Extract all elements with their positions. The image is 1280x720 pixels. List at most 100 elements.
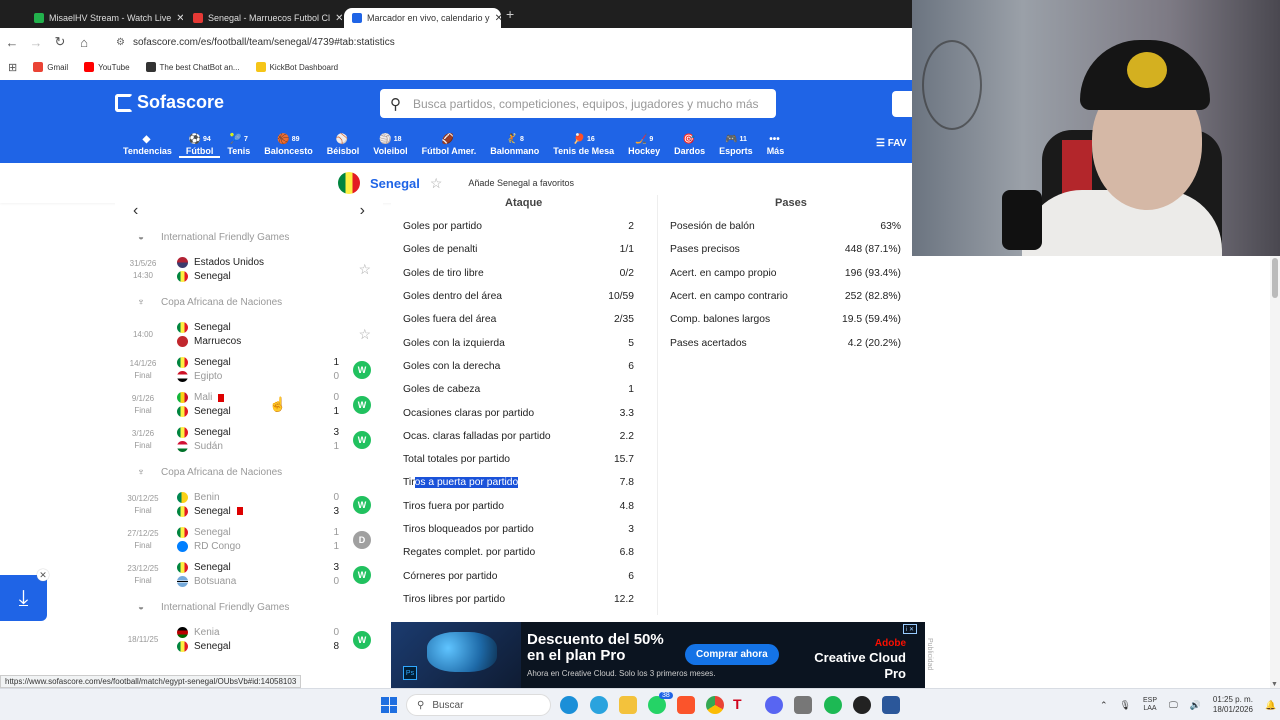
ad-buy-button[interactable]: Comprar ahora: [685, 644, 779, 665]
stat-label: Ocas. claras falladas por partido: [403, 430, 551, 442]
adobe-ad-banner[interactable]: Ps Descuento del 50% en el plan Pro Ahor…: [391, 622, 925, 688]
sport-tab-tenis-de-mesa[interactable]: 🏓 16 Tenis de Mesa: [546, 132, 621, 158]
file-explorer-icon[interactable]: [619, 696, 637, 714]
notification-icon[interactable]: 🔔: [1265, 700, 1276, 711]
sofascore-logo[interactable]: Sofascore: [115, 92, 224, 113]
reload-icon[interactable]: ↻: [48, 34, 72, 50]
match-teams: Estados Unidos Senegal: [161, 256, 358, 283]
sport-tab-fútbol-amer-[interactable]: 🏈 Fútbol Amer.: [415, 132, 484, 158]
match-row[interactable]: 9/1/26 Final Mali Senegal 0 1 W: [115, 387, 383, 422]
sport-tab-hockey[interactable]: 🏒 9 Hockey: [621, 132, 667, 158]
sport-tab-balonmano[interactable]: 🤾 8 Balonmano: [483, 132, 546, 158]
team-name[interactable]: Senegal: [370, 176, 420, 191]
close-icon[interactable]: ✕: [37, 569, 49, 581]
next-arrow-icon[interactable]: ›: [360, 202, 365, 220]
sport-tab-esports[interactable]: 🎮 11 Esports: [712, 132, 760, 158]
team-flag-icon: [177, 405, 188, 417]
tab-close-icon[interactable]: ✕: [176, 13, 183, 24]
match-favorite-star-icon[interactable]: ☆: [358, 261, 371, 278]
windows-start-icon[interactable]: [381, 697, 397, 713]
word-icon[interactable]: [882, 696, 900, 714]
clock[interactable]: 01:25 p. m. 18/01/2026: [1213, 695, 1253, 716]
competition-header[interactable]: ◒ International Friendly Games: [115, 592, 383, 622]
bookmark-chatbot[interactable]: The best ChatBot an...: [145, 62, 240, 72]
match-row[interactable]: 31/5/26 14:30 Estados Unidos Senegal ☆: [115, 252, 383, 287]
match-row[interactable]: 3/1/26 Final Senegal Sudán 3 1 W: [115, 422, 383, 457]
home-icon[interactable]: ⌂: [72, 35, 96, 50]
sport-tab-baloncesto[interactable]: 🏀 89 Baloncesto: [257, 132, 320, 158]
stat-label: Ocasiones claras por partido: [403, 407, 535, 419]
competition-header[interactable]: ◒ International Friendly Games: [115, 222, 383, 252]
login-button[interactable]: [892, 91, 912, 117]
team-flag-icon: [177, 370, 188, 382]
tray-chevron-icon[interactable]: ⌃: [1100, 700, 1108, 711]
sport-tab-más[interactable]: ••• Más: [760, 132, 792, 158]
favorite-star-icon[interactable]: ☆: [430, 175, 443, 192]
taskbar-search[interactable]: ⚲ Buscar: [406, 694, 551, 716]
match-row[interactable]: 23/12/25 Final Senegal Botsuana 3 0 W: [115, 557, 383, 592]
scrollbar-thumb[interactable]: [1272, 258, 1278, 298]
match-row[interactable]: 14:00 Senegal Marruecos ☆: [115, 317, 383, 352]
sport-tab-tendencias[interactable]: ◆ Tendencias: [116, 132, 179, 158]
sport-tab-voleibol[interactable]: 🏐 18 Voleibol: [366, 132, 414, 158]
match-row[interactable]: 30/12/25 Final Benin Senegal 0 3 W: [115, 487, 383, 522]
search-input[interactable]: ⚲ Busca partidos, competiciones, equipos…: [380, 89, 776, 118]
back-icon[interactable]: ←: [0, 35, 24, 50]
sport-tab-béisbol[interactable]: ⚾ Béisbol: [320, 132, 367, 158]
chrome-icon[interactable]: [706, 696, 724, 714]
spotify-icon[interactable]: [824, 696, 842, 714]
match-row[interactable]: 14/1/26 Final Senegal Egipto 1 0 W: [115, 352, 383, 387]
edge-icon[interactable]: [560, 696, 578, 714]
stat-row: Pases acertados 4.2 (20.2%): [658, 331, 913, 354]
match-favorite-star-icon[interactable]: ☆: [358, 326, 371, 343]
discord-icon[interactable]: [765, 696, 783, 714]
stat-value: 15.7: [613, 454, 634, 466]
bookmark-youtube[interactable]: YouTube: [84, 62, 130, 72]
prev-arrow-icon[interactable]: ‹: [133, 202, 138, 220]
stat-value: 1/1: [619, 244, 634, 256]
forward-icon[interactable]: →: [24, 35, 48, 50]
network-icon[interactable]: 🖵: [1169, 700, 1178, 711]
favorites-link[interactable]: ☰ FAV: [876, 138, 906, 149]
sport-tab-tenis[interactable]: 🎾 7 Tenis: [220, 132, 257, 158]
home-team: Senegal: [177, 426, 325, 440]
competition-header[interactable]: ♆ Copa Africana de Naciones: [115, 457, 383, 487]
browser-tab[interactable]: Senegal - Marruecos Futbol Cl ✕: [185, 8, 342, 28]
page-scrollbar[interactable]: ▲ ▼: [1270, 246, 1280, 688]
bookmark-gmail[interactable]: Gmail: [33, 62, 68, 72]
tab-close-icon[interactable]: ✕: [335, 13, 342, 24]
download-app-button[interactable]: ⤓: [0, 575, 47, 621]
match-time: 14/1/26 Final: [125, 358, 161, 380]
download-icon: ⤓: [18, 585, 29, 610]
sport-count: 9: [649, 135, 654, 143]
tab-close-icon[interactable]: ✕: [495, 13, 501, 24]
competition-header[interactable]: ♆ Copa Africana de Naciones: [115, 287, 383, 317]
stat-row: Ocasiones claras por partido 3.3: [391, 401, 646, 424]
obs-icon[interactable]: [853, 696, 871, 714]
sport-icon: 🤾: [505, 133, 519, 145]
telegram-icon[interactable]: [590, 696, 608, 714]
brave-icon[interactable]: [677, 696, 695, 714]
new-tab-button[interactable]: +: [506, 6, 514, 22]
microphone-icon[interactable]: 🎙: [1120, 700, 1131, 711]
language-indicator[interactable]: ESP LAA: [1143, 697, 1157, 714]
calculator-icon[interactable]: [794, 696, 812, 714]
apps-grid-icon[interactable]: ⊞: [8, 61, 17, 74]
site-info-icon[interactable]: ⚙: [116, 37, 125, 48]
browser-tab[interactable]: MisaelHV Stream - Watch Live ✕: [26, 8, 183, 28]
text-app-icon[interactable]: T: [733, 696, 751, 714]
sport-tab-dardos[interactable]: 🎯 Dardos: [667, 132, 712, 158]
home-team-name: Kenia: [194, 627, 220, 638]
address-bar[interactable]: ⚙ sofascore.com/es/football/team/senegal…: [116, 37, 395, 48]
match-row[interactable]: 27/12/25 Final Senegal RD Congo 1 1 D: [115, 522, 383, 557]
match-date: 27/12/25: [127, 529, 159, 539]
add-favorite-text[interactable]: Añade Senegal a favoritos: [468, 178, 574, 188]
match-score: 1 0: [325, 356, 339, 383]
volume-icon[interactable]: 🔊: [1190, 700, 1201, 711]
match-row[interactable]: 18/11/25 Kenia Senegal 0 8 W: [115, 622, 383, 657]
scroll-down-icon[interactable]: ▼: [1271, 681, 1278, 688]
sport-tab-fútbol[interactable]: ⚽ 94 Fútbol: [178, 132, 221, 158]
ad-info-icon[interactable]: i ✕: [903, 624, 917, 634]
browser-tab[interactable]: Marcador en vivo, calendario y ✕: [344, 8, 501, 28]
bookmark-kickbot[interactable]: KickBot Dashboard: [255, 62, 338, 72]
